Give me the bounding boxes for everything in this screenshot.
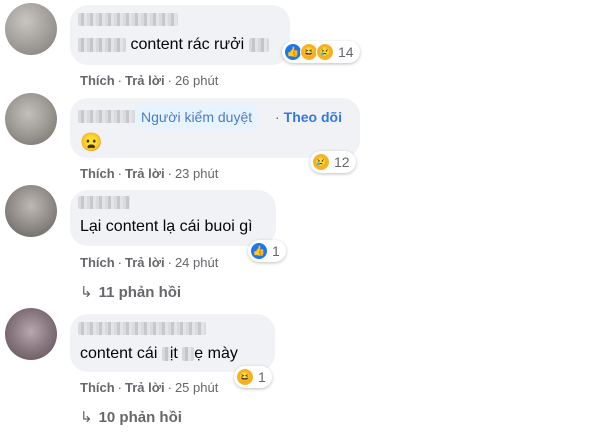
timestamp[interactable]: 26 phút (175, 73, 218, 88)
like-link[interactable]: Thích (80, 255, 115, 270)
comment-actions: Thích · Trả lời · 26 phút (80, 73, 218, 88)
like-icon: 👍 (250, 242, 268, 260)
haha-icon: 😆 (236, 368, 254, 386)
comment-text-part: content cái (80, 345, 158, 362)
reply-link[interactable]: Trả lời (125, 166, 165, 181)
comment-text: Lại content lạ cái buoi gì (80, 218, 253, 235)
reaction-count: 14 (338, 44, 354, 60)
comment-bubble: content rác rưởi (70, 5, 290, 65)
like-link[interactable]: Thích (80, 380, 115, 395)
comment-text-visible: content rác rưởi (130, 36, 245, 53)
blurred-commenter-name[interactable] (78, 322, 206, 335)
blurred-commenter-name[interactable] (78, 196, 130, 209)
reply-arrow-icon: ↳ (80, 409, 93, 426)
like-link[interactable]: Thích (80, 73, 115, 88)
commenter-avatar[interactable] (5, 93, 57, 145)
view-replies-button[interactable]: ↳ 11 phản hồi (80, 283, 181, 301)
moderator-badge: Người kiểm duyệt (135, 105, 259, 129)
separator-dot: · (167, 380, 172, 395)
commenter-avatar[interactable] (5, 3, 57, 55)
blurred-text (78, 37, 126, 52)
comment-text-part: ịt (169, 345, 178, 362)
comment-text: content rác rưởi (78, 36, 269, 54)
comment-actions: Thích · Trả lời · 23 phút (80, 166, 218, 181)
reply-link[interactable]: Trả lời (125, 73, 165, 88)
reply-link[interactable]: Trả lời (125, 380, 165, 395)
sad-icon: 😢 (312, 153, 330, 171)
comment-text: content cái ịt ẹ mày (80, 345, 238, 363)
reaction-summary[interactable]: 😆 1 (234, 366, 272, 388)
reaction-count: 1 (258, 369, 266, 385)
comment-actions: Thích · Trả lời · 25 phút (80, 380, 218, 395)
separator-dot: · (117, 380, 123, 395)
timestamp[interactable]: 25 phút (175, 380, 218, 395)
timestamp[interactable]: 23 phút (175, 166, 218, 181)
separator-dot: · (117, 73, 123, 88)
reaction-summary[interactable]: 😢 12 (310, 151, 356, 173)
sad-icon: 😢 (316, 43, 334, 61)
separator-dot: · (167, 255, 172, 270)
comment-text-part: ẹ mày (194, 345, 238, 362)
reaction-summary[interactable]: 👍 1 (248, 240, 286, 262)
comment-bubble: Lại content lạ cái buoi gì (70, 190, 276, 246)
reply-arrow-icon: ↳ (80, 284, 93, 301)
view-replies-button[interactable]: ↳ 10 phản hồi (80, 408, 182, 426)
comment-bubble: content cái ịt ẹ mày (70, 314, 275, 372)
commenter-avatar[interactable] (5, 185, 57, 237)
comment-bubble: Người kiểm duyệt · Theo dõi 😦 (70, 98, 360, 158)
comment-actions: Thích · Trả lời · 24 phút (80, 255, 218, 270)
follow-button[interactable]: · Theo dõi (275, 109, 342, 125)
separator-dot: · (117, 255, 123, 270)
separator-dot: · (167, 73, 172, 88)
replies-label: 11 phản hồi (98, 284, 182, 301)
comment-emoji: 😦 (80, 132, 103, 152)
blurred-commenter-name[interactable] (78, 110, 136, 123)
blurred-text (182, 346, 195, 361)
separator-dot: · (167, 166, 172, 181)
reaction-summary[interactable]: 👍 😆 😢 14 (282, 41, 360, 63)
follow-label: Theo dõi (283, 109, 342, 125)
like-link[interactable]: Thích (80, 166, 115, 181)
blurred-text (248, 37, 269, 52)
separator-dot: · (117, 166, 123, 181)
reaction-count: 12 (334, 154, 350, 170)
blurred-text (161, 346, 170, 361)
commenter-avatar[interactable] (5, 308, 57, 360)
reply-link[interactable]: Trả lời (125, 255, 165, 270)
replies-label: 10 phản hồi (98, 409, 182, 426)
reaction-count: 1 (272, 243, 280, 259)
separator-dot: · (275, 109, 280, 125)
blurred-commenter-name[interactable] (78, 13, 178, 26)
timestamp[interactable]: 24 phút (175, 255, 218, 270)
